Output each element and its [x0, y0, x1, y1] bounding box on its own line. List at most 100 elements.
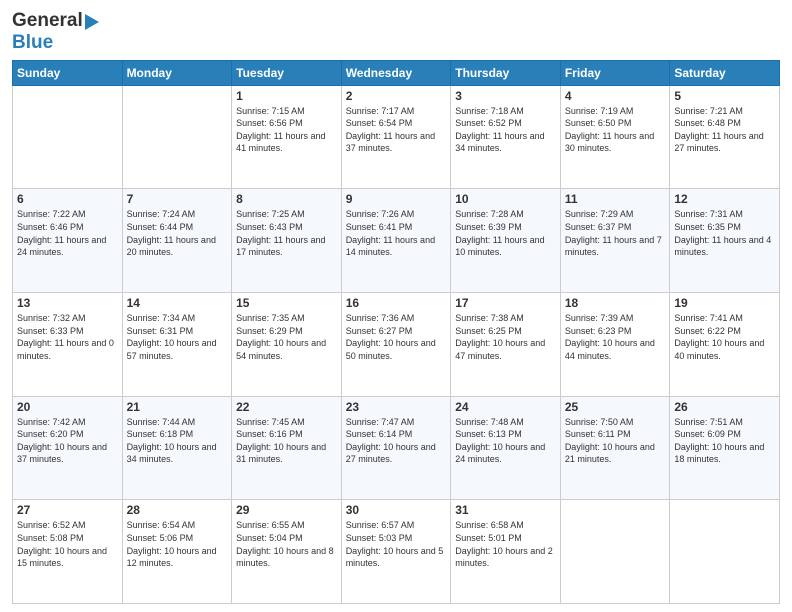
col-tuesday: Tuesday: [232, 60, 342, 85]
table-row: 7 Sunrise: 7:24 AM Sunset: 6:44 PM Daylig…: [122, 189, 232, 293]
col-friday: Friday: [560, 60, 670, 85]
day-content: Sunrise: 7:39 AM Sunset: 6:23 PM Dayligh…: [565, 312, 666, 362]
table-row: [13, 85, 123, 189]
day-content: Sunrise: 7:47 AM Sunset: 6:14 PM Dayligh…: [346, 416, 447, 466]
day-number: 1: [236, 89, 337, 103]
day-content: Sunrise: 7:24 AM Sunset: 6:44 PM Dayligh…: [127, 208, 228, 258]
day-content: Sunrise: 7:31 AM Sunset: 6:35 PM Dayligh…: [674, 208, 775, 258]
day-content: Sunrise: 7:42 AM Sunset: 6:20 PM Dayligh…: [17, 416, 118, 466]
table-row: 25Sunrise: 7:50 AM Sunset: 6:11 PM Dayli…: [560, 396, 670, 500]
day-number: 20: [17, 400, 118, 414]
day-content: Sunrise: 7:15 AM Sunset: 6:56 PM Dayligh…: [236, 105, 337, 155]
header: General Blue: [12, 10, 780, 54]
day-number: 28: [127, 503, 228, 517]
table-row: 12 Sunrise: 7:31 AM Sunset: 6:35 PM Dayli…: [670, 189, 780, 293]
col-sunday: Sunday: [13, 60, 123, 85]
table-row: 29 Sunrise: 6:55 AM Sunset: 5:04 PM Dayli…: [232, 500, 342, 604]
day-content: Sunrise: 7:51 AM Sunset: 6:09 PM Dayligh…: [674, 416, 775, 466]
table-row: 9Sunrise: 7:26 AM Sunset: 6:41 PM Daylig…: [341, 189, 451, 293]
day-content: Sunrise: 7:22 AM Sunset: 6:46 PM Dayligh…: [17, 208, 118, 258]
table-row: 31Sunrise: 6:58 AM Sunset: 5:01 PM Dayli…: [451, 500, 561, 604]
table-row: 24Sunrise: 7:48 AM Sunset: 6:13 PM Dayli…: [451, 396, 561, 500]
day-content: Sunrise: 7:17 AM Sunset: 6:54 PM Dayligh…: [346, 105, 447, 155]
col-wednesday: Wednesday: [341, 60, 451, 85]
day-content: Sunrise: 7:41 AM Sunset: 6:22 PM Dayligh…: [674, 312, 775, 362]
table-row: 8 Sunrise: 7:25 AM Sunset: 6:43 PM Daylig…: [232, 189, 342, 293]
day-content: Sunrise: 7:44 AM Sunset: 6:18 PM Dayligh…: [127, 416, 228, 466]
table-row: 17 Sunrise: 7:38 AM Sunset: 6:25 PM Dayli…: [451, 293, 561, 397]
day-content: Sunrise: 7:35 AM Sunset: 6:29 PM Dayligh…: [236, 312, 337, 362]
table-row: 26 Sunrise: 7:51 AM Sunset: 6:09 PM Dayli…: [670, 396, 780, 500]
day-number: 16: [346, 296, 447, 310]
table-row: 14Sunrise: 7:34 AM Sunset: 6:31 PM Dayli…: [122, 293, 232, 397]
table-row: 30 Sunrise: 6:57 AM Sunset: 5:03 PM Dayli…: [341, 500, 451, 604]
day-number: 11: [565, 192, 666, 206]
day-number: 24: [455, 400, 556, 414]
days-header-row: Sunday Monday Tuesday Wednesday Thursday…: [13, 60, 780, 85]
calendar-week-row: 13 Sunrise: 7:32 AM Sunset: 6:33 PM Dayli…: [13, 293, 780, 397]
page: General Blue Sunday Monday Tuesday Wedne…: [0, 0, 792, 612]
table-row: 23 Sunrise: 7:47 AM Sunset: 6:14 PM Dayli…: [341, 396, 451, 500]
day-number: 4: [565, 89, 666, 103]
day-number: 14: [127, 296, 228, 310]
table-row: 10 Sunrise: 7:28 AM Sunset: 6:39 PM Dayli…: [451, 189, 561, 293]
day-number: 10: [455, 192, 556, 206]
table-row: 18 Sunrise: 7:39 AM Sunset: 6:23 PM Dayli…: [560, 293, 670, 397]
calendar-week-row: 20 Sunrise: 7:42 AM Sunset: 6:20 PM Dayli…: [13, 396, 780, 500]
day-number: 19: [674, 296, 775, 310]
col-thursday: Thursday: [451, 60, 561, 85]
table-row: [670, 500, 780, 604]
table-row: 4 Sunrise: 7:19 AM Sunset: 6:50 PM Daylig…: [560, 85, 670, 189]
day-content: Sunrise: 6:52 AM Sunset: 5:08 PM Dayligh…: [17, 519, 118, 569]
table-row: 19 Sunrise: 7:41 AM Sunset: 6:22 PM Dayli…: [670, 293, 780, 397]
day-number: 8: [236, 192, 337, 206]
table-row: 3 Sunrise: 7:18 AM Sunset: 6:52 PM Daylig…: [451, 85, 561, 189]
day-content: Sunrise: 7:29 AM Sunset: 6:37 PM Dayligh…: [565, 208, 666, 258]
calendar-week-row: 1 Sunrise: 7:15 AM Sunset: 6:56 PM Daylig…: [13, 85, 780, 189]
day-content: Sunrise: 6:57 AM Sunset: 5:03 PM Dayligh…: [346, 519, 447, 569]
day-number: 26: [674, 400, 775, 414]
day-content: Sunrise: 7:38 AM Sunset: 6:25 PM Dayligh…: [455, 312, 556, 362]
day-content: Sunrise: 7:18 AM Sunset: 6:52 PM Dayligh…: [455, 105, 556, 155]
table-row: 1 Sunrise: 7:15 AM Sunset: 6:56 PM Daylig…: [232, 85, 342, 189]
day-number: 6: [17, 192, 118, 206]
day-number: 18: [565, 296, 666, 310]
day-number: 22: [236, 400, 337, 414]
day-content: Sunrise: 7:28 AM Sunset: 6:39 PM Dayligh…: [455, 208, 556, 258]
calendar-week-row: 27 Sunrise: 6:52 AM Sunset: 5:08 PM Dayli…: [13, 500, 780, 604]
table-row: 5Sunrise: 7:21 AM Sunset: 6:48 PM Daylig…: [670, 85, 780, 189]
col-saturday: Saturday: [670, 60, 780, 85]
table-row: 16 Sunrise: 7:36 AM Sunset: 6:27 PM Dayli…: [341, 293, 451, 397]
calendar-week-row: 6 Sunrise: 7:22 AM Sunset: 6:46 PM Daylig…: [13, 189, 780, 293]
day-content: Sunrise: 7:19 AM Sunset: 6:50 PM Dayligh…: [565, 105, 666, 155]
day-content: Sunrise: 7:25 AM Sunset: 6:43 PM Dayligh…: [236, 208, 337, 258]
day-number: 27: [17, 503, 118, 517]
table-row: [122, 85, 232, 189]
day-content: Sunrise: 6:54 AM Sunset: 5:06 PM Dayligh…: [127, 519, 228, 569]
day-number: 15: [236, 296, 337, 310]
table-row: 2Sunrise: 7:17 AM Sunset: 6:54 PM Daylig…: [341, 85, 451, 189]
table-row: 20 Sunrise: 7:42 AM Sunset: 6:20 PM Dayli…: [13, 396, 123, 500]
day-content: Sunrise: 6:55 AM Sunset: 5:04 PM Dayligh…: [236, 519, 337, 569]
day-number: 17: [455, 296, 556, 310]
day-number: 30: [346, 503, 447, 517]
day-content: Sunrise: 7:36 AM Sunset: 6:27 PM Dayligh…: [346, 312, 447, 362]
calendar-table: Sunday Monday Tuesday Wednesday Thursday…: [12, 60, 780, 604]
table-row: 27 Sunrise: 6:52 AM Sunset: 5:08 PM Dayli…: [13, 500, 123, 604]
day-number: 23: [346, 400, 447, 414]
day-number: 9: [346, 192, 447, 206]
day-number: 13: [17, 296, 118, 310]
col-monday: Monday: [122, 60, 232, 85]
table-row: 11 Sunrise: 7:29 AM Sunset: 6:37 PM Dayli…: [560, 189, 670, 293]
day-number: 7: [127, 192, 228, 206]
day-number: 3: [455, 89, 556, 103]
day-number: 29: [236, 503, 337, 517]
logo: General Blue: [12, 10, 83, 54]
table-row: [560, 500, 670, 604]
day-number: 21: [127, 400, 228, 414]
table-row: 22Sunrise: 7:45 AM Sunset: 6:16 PM Dayli…: [232, 396, 342, 500]
table-row: 15 Sunrise: 7:35 AM Sunset: 6:29 PM Dayli…: [232, 293, 342, 397]
day-number: 12: [674, 192, 775, 206]
day-content: Sunrise: 7:32 AM Sunset: 6:33 PM Dayligh…: [17, 312, 118, 362]
table-row: 13 Sunrise: 7:32 AM Sunset: 6:33 PM Dayli…: [13, 293, 123, 397]
